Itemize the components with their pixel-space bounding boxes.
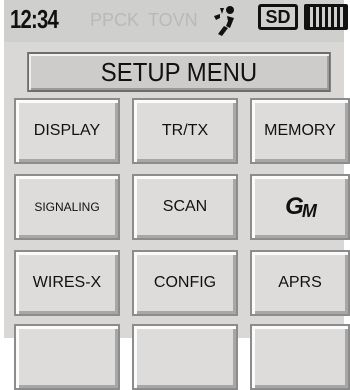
memory-button[interactable]: MEMORY — [250, 98, 350, 164]
row4-button-2[interactable] — [132, 324, 238, 390]
sd-card-icon: SD — [258, 4, 298, 30]
config-button-label: CONFIG — [153, 274, 217, 291]
wires-x-button-label: WIRES-X — [32, 274, 102, 291]
wires-x-button[interactable]: WIRES-X — [14, 250, 120, 316]
ghost-label-left: PPCK — [90, 10, 140, 30]
radio-screen: 12:34 PPCK TOVN SD SETUP MENU DISPLAY TR… — [0, 0, 350, 390]
row4-button-3[interactable] — [250, 324, 350, 390]
status-bar: 12:34 PPCK TOVN SD — [4, 0, 348, 42]
trtx-button-label: TR/TX — [161, 122, 209, 139]
setup-menu-grid: DISPLAY TR/TX MEMORY SIGNALING SCAN GM W… — [14, 98, 350, 390]
ghost-label-mid: TOVN — [148, 10, 198, 30]
display-button[interactable]: DISPLAY — [14, 98, 120, 164]
config-button[interactable]: CONFIG — [132, 250, 238, 316]
signaling-button[interactable]: SIGNALING — [14, 174, 120, 240]
aprs-button-label: APRS — [278, 274, 322, 291]
signaling-button-label: SIGNALING — [34, 200, 100, 214]
page-title: SETUP MENU — [27, 52, 331, 92]
trtx-button[interactable]: TR/TX — [132, 98, 238, 164]
aprs-button[interactable]: APRS — [250, 250, 350, 316]
display-button-label: DISPLAY — [33, 122, 101, 139]
row4-button-1[interactable] — [14, 324, 120, 390]
battery-icon — [304, 4, 348, 30]
scan-button-label: SCAN — [162, 198, 208, 215]
gm-logo: GM — [285, 192, 317, 221]
clock: 12:34 — [10, 4, 59, 34]
memory-button-label: MEMORY — [264, 122, 336, 139]
gps-icon — [214, 6, 234, 36]
gm-button[interactable]: GM — [250, 174, 350, 240]
left-bezel — [0, 0, 4, 338]
scan-button[interactable]: SCAN — [132, 174, 238, 240]
